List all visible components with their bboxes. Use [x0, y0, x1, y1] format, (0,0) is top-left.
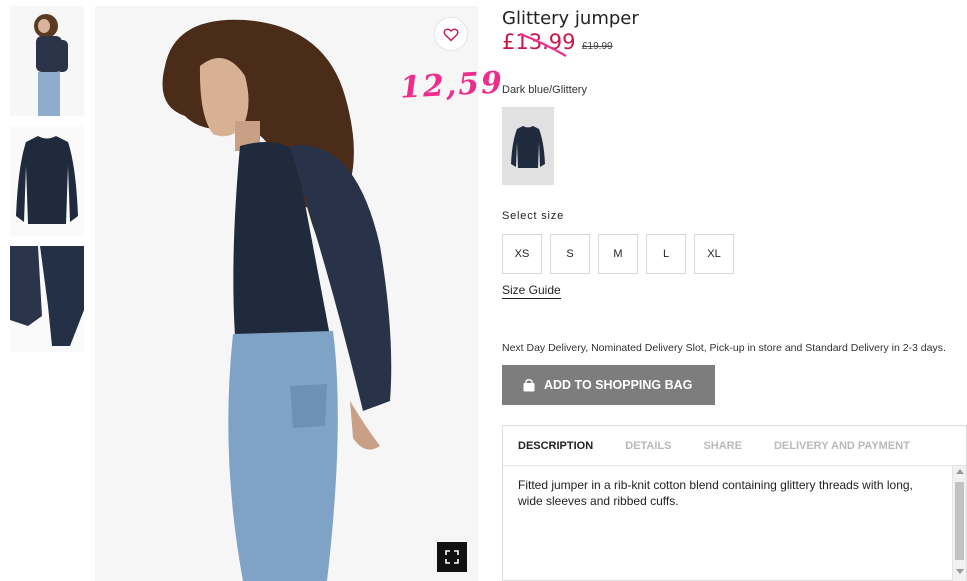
- color-label: Dark blue/Glittery: [502, 84, 587, 96]
- info-tabs: DESCRIPTION DETAILS SHARE DELIVERY AND P…: [503, 426, 966, 466]
- model-thumbnail-image: [10, 6, 84, 116]
- product-info-panel: DESCRIPTION DETAILS SHARE DELIVERY AND P…: [502, 425, 967, 581]
- scroll-up-arrow-icon[interactable]: [956, 469, 964, 474]
- sale-price: £13.99: [502, 30, 576, 54]
- scroll-thumb[interactable]: [955, 482, 964, 560]
- thumbnail-model[interactable]: [10, 6, 84, 116]
- product-description: Fitted jumper in a rib-knit cotton blend…: [518, 478, 913, 508]
- color-swatch-dark-blue[interactable]: [502, 107, 554, 185]
- product-thumbnail-image: [10, 126, 84, 236]
- product-title: Glittery jumper: [502, 8, 639, 29]
- tab-details[interactable]: DETAILS: [625, 440, 671, 452]
- favorite-button[interactable]: [434, 17, 468, 51]
- tab-delivery-payment[interactable]: DELIVERY AND PAYMENT: [774, 440, 910, 452]
- thumbnail-product[interactable]: [10, 126, 84, 236]
- original-price: £19.99: [582, 41, 613, 52]
- heart-icon: [443, 27, 459, 41]
- size-option-l[interactable]: L: [646, 234, 686, 274]
- detail-thumbnail-image: [10, 246, 84, 352]
- expand-icon: [445, 550, 459, 564]
- add-to-bag-label: ADD TO SHOPPING BAG: [544, 378, 693, 392]
- size-option-xs[interactable]: XS: [502, 234, 542, 274]
- shopping-bag-icon: [523, 378, 535, 391]
- size-option-m[interactable]: M: [598, 234, 638, 274]
- thumbnail-detail[interactable]: [10, 246, 84, 352]
- size-guide-link[interactable]: Size Guide: [502, 283, 561, 299]
- size-option-s[interactable]: S: [550, 234, 590, 274]
- description-scrollbar[interactable]: [952, 466, 966, 581]
- size-options: XS S M L XL: [502, 234, 734, 274]
- scroll-down-arrow-icon[interactable]: [956, 569, 964, 574]
- delivery-info: Next Day Delivery, Nominated Delivery Sl…: [502, 342, 946, 354]
- size-option-xl[interactable]: XL: [694, 234, 734, 274]
- swatch-jumper-image: [511, 126, 545, 168]
- add-to-bag-button[interactable]: ADD TO SHOPPING BAG: [502, 365, 715, 405]
- tab-description[interactable]: DESCRIPTION: [518, 440, 593, 452]
- select-size-heading: Select size: [502, 210, 564, 222]
- fullscreen-button[interactable]: [437, 542, 467, 572]
- handwritten-price-annotation: 12,59: [399, 65, 505, 106]
- tab-share[interactable]: SHARE: [703, 440, 742, 452]
